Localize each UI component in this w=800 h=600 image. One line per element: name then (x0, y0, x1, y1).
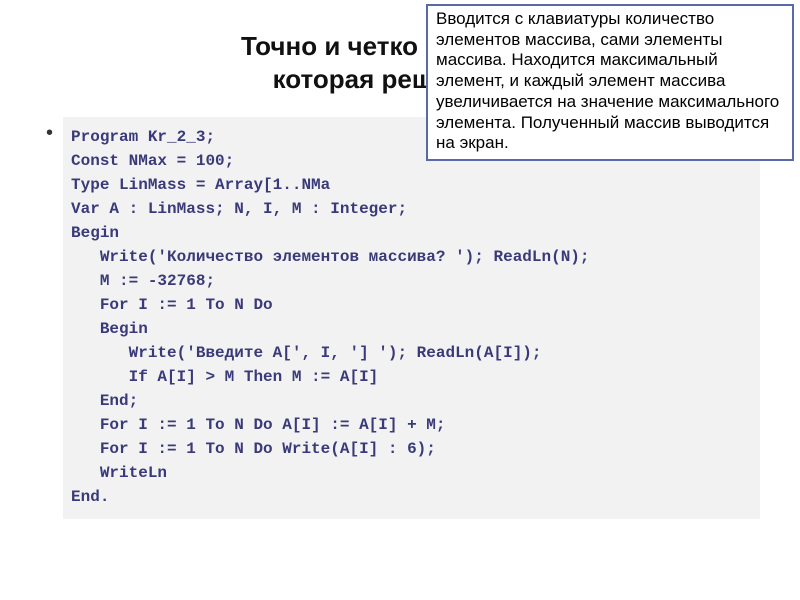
code-block: Program Kr_2_3; Const NMax = 100; Type L… (63, 117, 760, 519)
content-row: • Program Kr_2_3; Const NMax = 100; Type… (40, 117, 760, 519)
bullet-marker: • (46, 123, 53, 143)
slide: Точно и четко сформули которая решается … (0, 0, 800, 600)
callout-text: Вводится с клавиатуры количество элемент… (436, 9, 779, 152)
callout-box: Вводится с клавиатуры количество элемент… (426, 4, 794, 161)
